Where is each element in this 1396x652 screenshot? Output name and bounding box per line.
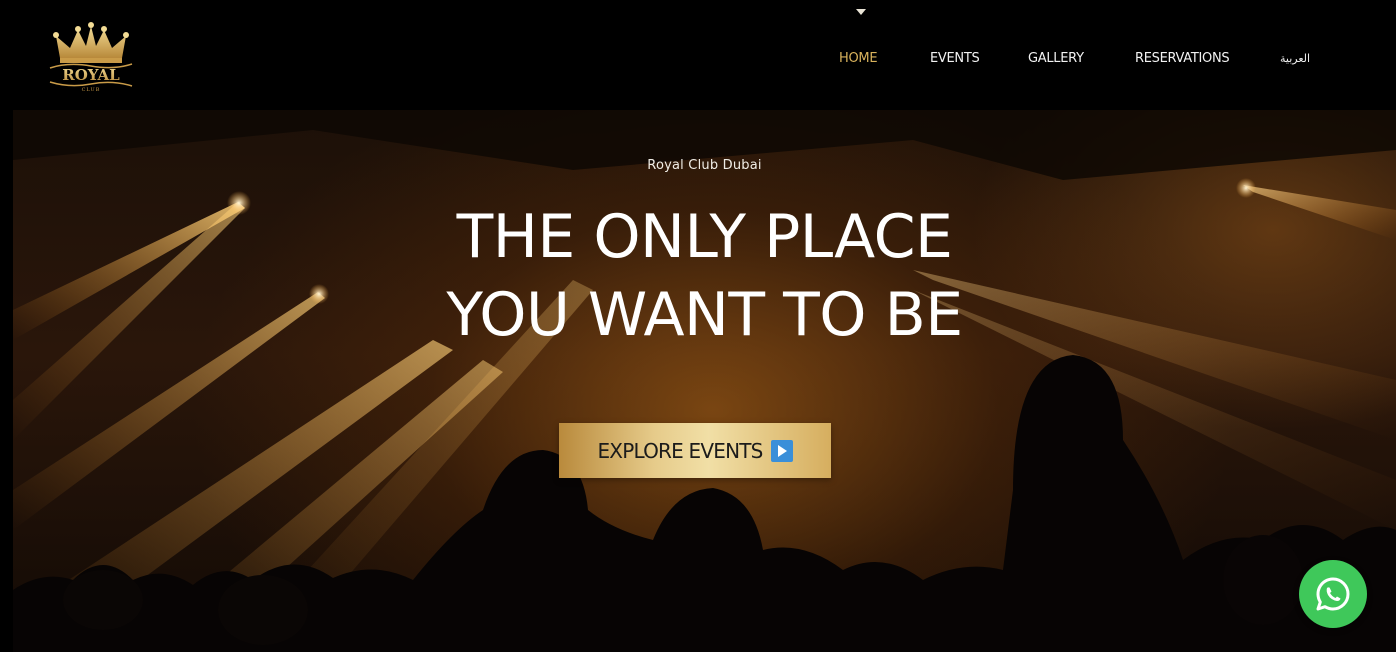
hero-headline-line-1: THE ONLY PLACE xyxy=(456,202,953,272)
page: ROYAL CLUB HOME EVENTS GALLERY RESERVATI… xyxy=(0,0,1396,652)
nav-reservations[interactable]: RESERVATIONS xyxy=(1135,49,1230,69)
explore-events-button[interactable]: EXPLORE EVENTS xyxy=(559,423,831,478)
logo-subtext: CLUB xyxy=(82,87,101,93)
logo-text: ROYAL xyxy=(62,66,120,84)
whatsapp-button[interactable] xyxy=(1299,560,1367,628)
play-icon xyxy=(770,439,793,462)
hero-headline-line-2: YOU WANT TO BE xyxy=(446,280,963,350)
explore-events-label: EXPLORE EVENTS xyxy=(597,438,763,463)
royal-club-logo[interactable]: ROYAL CLUB xyxy=(48,22,134,94)
nav-gallery[interactable]: GALLERY xyxy=(1028,49,1084,69)
hero-subtitle: Royal Club Dubai xyxy=(647,158,762,173)
caret-down-icon xyxy=(856,9,866,15)
hero-background-image xyxy=(13,110,1396,652)
hero-section: Royal Club Dubai THE ONLY PLACE YOU WANT… xyxy=(13,110,1396,652)
whatsapp-icon xyxy=(1316,577,1350,611)
site-header: ROYAL CLUB HOME EVENTS GALLERY RESERVATI… xyxy=(0,0,1396,110)
hero-headline: THE ONLY PLACE YOU WANT TO BE xyxy=(13,198,1396,354)
nav-events[interactable]: EVENTS xyxy=(930,49,980,69)
crown-icon: ROYAL CLUB xyxy=(49,22,133,93)
nav-home[interactable]: HOME xyxy=(839,49,878,69)
nav-arabic[interactable]: العربية xyxy=(1280,49,1310,69)
